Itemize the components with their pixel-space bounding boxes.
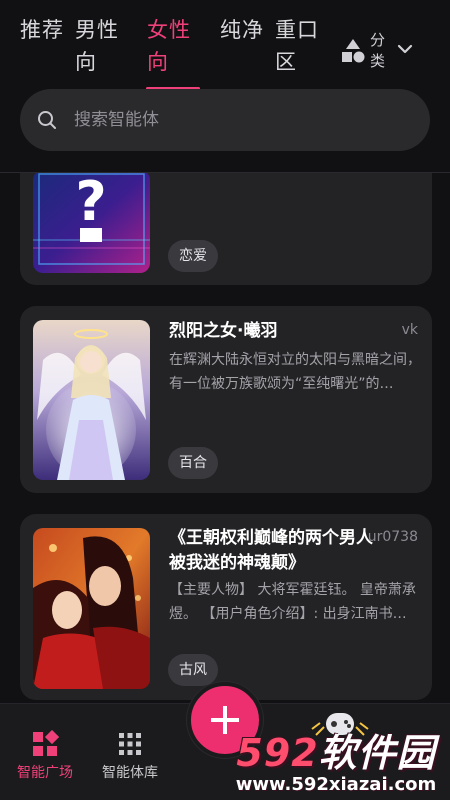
tab-pure[interactable]: 纯净 (220, 14, 264, 46)
agent-card[interactable]: 《王朝权利巅峰的两个男人被我迷的神魂颠》 ur0738 【主要人物】 大将军霍廷… (20, 514, 432, 700)
tab-heavy[interactable]: 重口区 (275, 14, 319, 78)
card-author: vk (401, 322, 418, 338)
card-tag: 恋爱 (168, 240, 218, 272)
tab-male[interactable]: 男性向 (75, 14, 119, 78)
agent-card[interactable]: 烈阳之女·曦羽 vk 在辉渊大陆永恒对立的太阳与黑暗之间，有一位被万族歌颂为“至… (20, 306, 432, 493)
two-men-cover (33, 528, 150, 689)
nav-item-agent-square[interactable]: 智能广场 (0, 704, 90, 800)
search-icon (38, 111, 56, 129)
nav-item-agent-library[interactable]: 智能体库 (85, 704, 175, 800)
card-title: 烈阳之女·曦羽 (169, 321, 278, 341)
search-input[interactable] (74, 89, 404, 151)
category-label: 分类 (370, 31, 386, 70)
site-watermark: 592软件园 www.592xiazai.com (222, 722, 450, 800)
shapes-icon (342, 39, 365, 63)
question-mark-cover: ? (33, 173, 150, 273)
svg-text:?: ? (75, 173, 106, 233)
watermark-url: www.592xiazai.com (235, 774, 437, 795)
agent-card[interactable]: ? 恋爱 (20, 173, 432, 285)
angel-girl-cover (33, 320, 150, 480)
card-title: 《王朝权利巅峰的两个男人被我迷的神魂颠》 (169, 528, 373, 573)
dots-grid-icon (119, 733, 141, 755)
nav-label: 智能体库 (102, 765, 158, 781)
category-button[interactable]: 分类 (336, 30, 420, 74)
card-description: 【主要人物】 大将军霍廷钰。 皇帝萧承煜。 【用户角色介绍】: 出身江南书… (169, 582, 416, 622)
top-tab-bar: 推荐 男性向 女性向 纯净 重口区 分类 (0, 0, 450, 92)
agent-list[interactable]: ? 恋爱 烈阳之女·曦羽 vk 在辉渊大陆永恒对立的太阳与黑暗之间，有一位被万族… (0, 173, 450, 703)
nav-label: 智能广场 (17, 765, 73, 781)
card-author: ur0738 (367, 529, 418, 545)
tab-recommend[interactable]: 推荐 (20, 14, 64, 46)
tab-female[interactable]: 女性向 (147, 14, 191, 78)
card-tag: 古风 (168, 654, 218, 686)
card-description: 在辉渊大陆永恒对立的太阳与黑暗之间，有一位被万族歌颂为“至纯曙光”的… (169, 352, 421, 392)
grid-icon (33, 730, 59, 756)
search-bar[interactable] (20, 89, 430, 151)
chevron-down-icon (397, 44, 413, 54)
watermark-logo: 592软件园 (236, 731, 436, 775)
card-tag: 百合 (168, 447, 218, 479)
